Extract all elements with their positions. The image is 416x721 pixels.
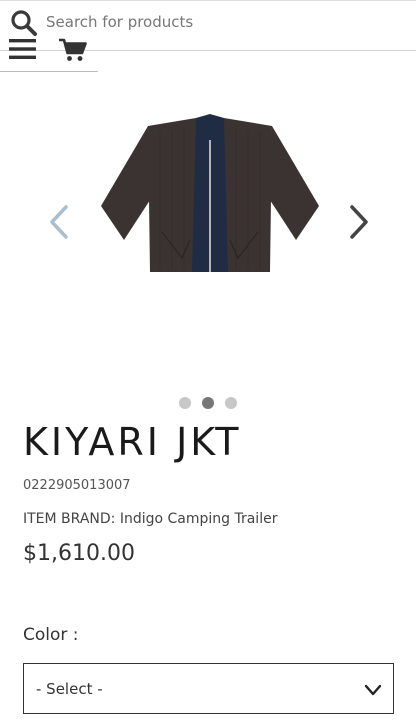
chevron-left-icon[interactable] <box>44 202 74 242</box>
product-sku: 0222905013007 <box>23 478 131 493</box>
nav-bar <box>0 28 98 72</box>
shopping-cart-icon[interactable] <box>58 37 88 63</box>
product-image <box>101 114 319 272</box>
carousel-dot-1[interactable] <box>179 397 191 409</box>
color-select-value: - Select - <box>36 680 103 698</box>
hamburger-menu-icon[interactable] <box>9 38 37 60</box>
product-image-carousel <box>0 90 416 390</box>
carousel-pagination <box>0 397 416 411</box>
carousel-dot-2[interactable] <box>202 397 214 409</box>
product-page: KIYARI JKT 0222905013007 ITEM BRAND: Ind… <box>0 0 416 721</box>
nav-divider <box>0 71 98 72</box>
search-input[interactable] <box>46 9 406 35</box>
product-title: KIYARI JKT <box>23 420 242 464</box>
color-label: Color : <box>23 625 79 645</box>
product-brand: ITEM BRAND: Indigo Camping Trailer <box>23 511 278 527</box>
chevron-down-icon <box>364 684 382 696</box>
color-select[interactable]: - Select - <box>23 663 394 714</box>
chevron-right-icon[interactable] <box>344 202 374 242</box>
product-price: $1,610.00 <box>23 541 135 566</box>
carousel-dot-3[interactable] <box>225 397 237 409</box>
